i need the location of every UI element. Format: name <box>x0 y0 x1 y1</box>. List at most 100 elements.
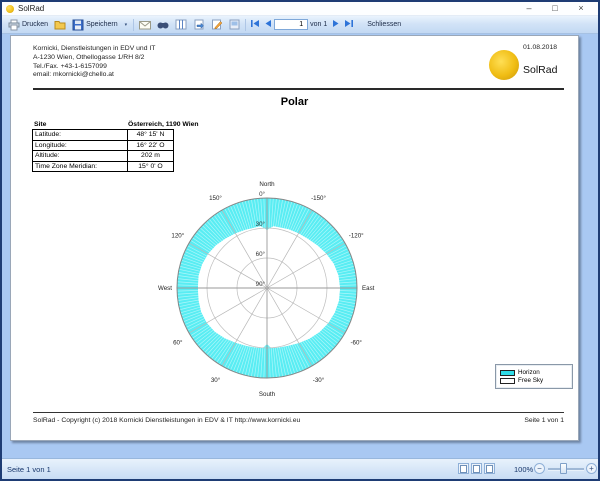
elevation-tick-label: 60° <box>256 251 266 258</box>
toolbar: Drucken Speichern ▾ <box>2 16 598 34</box>
view-mode-full-button[interactable] <box>484 463 495 474</box>
thumbnail-icon <box>229 19 240 30</box>
azimuth-label: East <box>362 285 375 292</box>
next-page-icon <box>332 19 340 30</box>
view-mode-buttons <box>458 463 495 474</box>
chevron-down-icon: ▾ <box>124 22 129 28</box>
print-button[interactable]: Drucken <box>5 18 51 32</box>
elevation-tick-label: 0° <box>259 191 265 198</box>
footer-page-number: Seite 1 von 1 <box>524 417 564 424</box>
company-address-line: Tel./Fax. +43-1-6157099 <box>33 63 155 72</box>
site-table-header: SiteÖsterreich, 1190 Wien <box>32 120 174 129</box>
preview-area[interactable]: Kornicki, Dienstleistungen in EDV und IT… <box>2 34 598 460</box>
page-count-label: von 1 <box>310 21 327 28</box>
azimuth-label: West <box>158 285 172 292</box>
report-page: Kornicki, Dienstleistungen in EDV und IT… <box>10 35 579 441</box>
save-icon <box>72 19 84 31</box>
site-table-header-value: Österreich, 1190 Wien <box>128 120 174 129</box>
printer-icon <box>8 19 20 31</box>
close-preview-label: Schliessen <box>367 21 401 28</box>
zoom-slider-handle[interactable] <box>560 463 567 474</box>
previous-page-button[interactable] <box>262 18 274 31</box>
save-label: Speichern <box>86 21 118 28</box>
view-mode-layout-button[interactable] <box>471 463 482 474</box>
azimuth-label: North <box>259 181 275 188</box>
thumbnails-button[interactable] <box>226 18 243 31</box>
last-page-button[interactable] <box>342 18 356 31</box>
close-preview-button[interactable]: Schliessen <box>362 20 406 29</box>
zoom-out-button[interactable]: − <box>534 463 545 474</box>
report-title: Polar <box>11 96 578 108</box>
previous-page-icon <box>264 19 272 30</box>
app-window: SolRad – □ × Drucken Speichern ▾ <box>0 0 600 481</box>
company-address-line: Kornicki, Dienstleistungen in EDV und IT <box>33 45 155 54</box>
azimuth-label: -60° <box>350 340 362 347</box>
company-address-line: email: mkornicki@chello.at <box>33 71 155 80</box>
folder-icon <box>54 19 66 31</box>
site-table-header-label: Site <box>32 120 128 129</box>
legend-swatch <box>500 378 515 384</box>
window-controls: – □ × <box>516 2 594 15</box>
last-page-icon <box>344 19 354 30</box>
zoom-percentage-label: 100% <box>514 465 533 474</box>
footer-rule <box>33 412 564 413</box>
save-button[interactable]: Speichern <box>69 18 121 32</box>
polar-chart: 0° 30° 60° 90° North -150° -120° East -60° -30° So… <box>117 176 437 406</box>
next-page-button[interactable] <box>330 18 342 31</box>
toolbar-separator <box>133 19 134 31</box>
maximize-button[interactable]: □ <box>542 2 568 15</box>
zoom-in-button[interactable]: + <box>586 463 597 474</box>
azimuth-label: -120° <box>349 233 364 240</box>
footer-copyright: SolRad - Copyright (c) 2018 Kornicki Die… <box>33 417 300 424</box>
legend-label: Horizon <box>518 369 540 376</box>
azimuth-label: 150° <box>209 195 222 202</box>
save-dropdown-button[interactable]: ▾ <box>121 21 132 29</box>
columns-button[interactable] <box>172 18 190 31</box>
report-logo-text: SolRad <box>523 64 557 76</box>
email-button[interactable] <box>136 19 154 31</box>
status-bar: Seite 1 von 1 100% − + <box>2 458 598 479</box>
legend-entry: Free Sky <box>500 377 568 384</box>
status-page-label: Seite 1 von 1 <box>7 465 51 474</box>
page-setup-button[interactable] <box>190 18 208 31</box>
report-sun-logo <box>489 50 519 80</box>
view-mode-normal-button[interactable] <box>458 463 469 474</box>
edit-page-button[interactable] <box>208 18 226 31</box>
export-button[interactable] <box>51 18 69 32</box>
azimuth-label: -150° <box>311 195 326 202</box>
minimize-button[interactable]: – <box>516 2 542 15</box>
azimuth-label: 30° <box>211 377 221 384</box>
chart-legend: HorizonFree Sky <box>495 364 573 389</box>
site-table-row-value: 15° 0' O <box>128 161 174 173</box>
print-label: Drucken <box>22 21 48 28</box>
columns-icon <box>175 19 187 30</box>
app-sun-icon <box>6 5 14 13</box>
legend-label: Free Sky <box>518 377 543 384</box>
binoculars-icon <box>157 20 169 30</box>
elevation-tick-label: 90° <box>256 281 266 288</box>
page-number-input[interactable] <box>274 19 308 30</box>
company-address-block: Kornicki, Dienstleistungen in EDV und IT… <box>33 45 155 80</box>
titlebar: SolRad – □ × <box>2 2 598 16</box>
envelope-icon <box>139 20 151 30</box>
company-address-line: A-1230 Wien, Othellogasse 1/RH 8/2 <box>33 54 155 63</box>
page-arrow-icon <box>193 19 205 30</box>
header-rule <box>33 88 564 90</box>
report-date: 01.08.2018 <box>523 44 557 51</box>
close-button[interactable]: × <box>568 2 594 15</box>
azimuth-label: 60° <box>173 340 183 347</box>
edit-pencil-icon <box>211 19 223 30</box>
first-page-button[interactable] <box>248 18 262 31</box>
find-button[interactable] <box>154 19 172 31</box>
azimuth-label: South <box>259 391 276 398</box>
azimuth-label: -30° <box>313 377 325 384</box>
legend-entry: Horizon <box>500 369 568 376</box>
site-table-row: Time Zone Meridian:15° 0' O <box>32 161 174 173</box>
elevation-tick-label: 30° <box>256 221 266 228</box>
first-page-icon <box>250 19 260 30</box>
site-table-row-label: Time Zone Meridian: <box>32 161 128 173</box>
site-table: SiteÖsterreich, 1190 WienLatitude:48° 15… <box>32 120 174 172</box>
toolbar-separator <box>245 19 246 31</box>
azimuth-label: 120° <box>171 233 184 240</box>
window-title: SolRad <box>18 4 44 13</box>
